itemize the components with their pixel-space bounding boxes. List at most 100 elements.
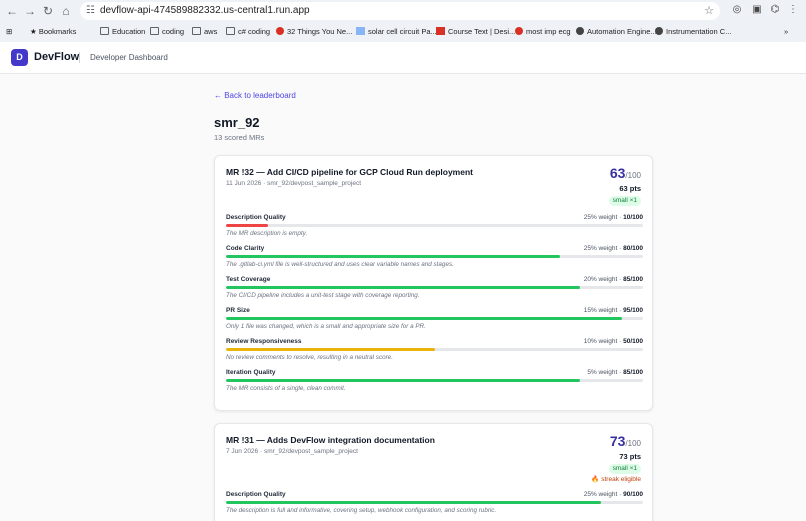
progress-fill — [226, 224, 268, 227]
mr-score: 73/100 — [610, 434, 641, 450]
extension-icon[interactable]: ◎ — [730, 3, 744, 17]
metric-description: The CI/CD pipeline includes a unit-test … — [226, 292, 420, 299]
site-info-icon[interactable]: ☷ — [86, 4, 95, 18]
metric-name: PR Size — [226, 307, 250, 314]
mr-meta: 7 Jun 2026 · smr_92/devpost_sample_proje… — [226, 448, 358, 455]
score-max: /100 — [625, 439, 641, 448]
progress-track — [226, 379, 643, 382]
score-value: 73 — [609, 433, 626, 449]
devflow-logo[interactable]: D — [11, 49, 28, 66]
mr-points: 63 pts — [619, 184, 641, 193]
metric-row: Review Responsiveness 10% weight · 50/10… — [226, 338, 643, 366]
metric-row: Description Quality 25% weight · 90/100 … — [226, 491, 643, 519]
mr-card: MR !31 — Adds DevFlow integration docume… — [214, 423, 653, 521]
metric-weight-score: 25% weight · 90/100 — [583, 491, 643, 498]
header-divider — [79, 52, 80, 63]
bookmarks-bar: ⊞ ★ Bookmarks Education coding aws c# co… — [0, 22, 806, 42]
bookmark-item[interactable]: solar cell circuit Pa... — [356, 26, 437, 38]
metric-name: Description Quality — [226, 214, 286, 221]
metric-weight-score: 25% weight · 80/100 — [583, 245, 643, 252]
extension-icon[interactable]: ▣ — [750, 3, 764, 17]
bookmark-star-icon[interactable]: ☆ — [704, 4, 714, 18]
site-icon — [576, 27, 584, 35]
progress-track — [226, 348, 643, 351]
metric-row: Description Quality 25% weight · 10/100 … — [226, 214, 643, 242]
metric-weight-score: 5% weight · 85/100 — [587, 369, 643, 376]
size-badge: small ×1 — [608, 464, 641, 474]
reload-icon[interactable]: ↻ — [40, 3, 56, 19]
metric-row: Iteration Quality 5% weight · 85/100 The… — [226, 369, 643, 397]
address-bar-url[interactable]: devflow-api-474589882332.us-central1.run… — [100, 4, 310, 18]
metric-row: Code Clarity 25% weight · 80/100 The .gi… — [226, 245, 643, 273]
progress-track — [226, 286, 643, 289]
bookmark-item[interactable]: Instrumentation C... — [655, 26, 731, 38]
folder-icon — [100, 27, 109, 35]
metric-name: Iteration Quality — [226, 369, 276, 376]
mr-meta: 11 Jun 2026 · smr_92/devpost_sample_proj… — [226, 180, 362, 187]
progress-fill — [226, 348, 435, 351]
bookmark-item[interactable]: ★ Bookmarks — [30, 26, 76, 38]
bookmark-item[interactable]: coding — [150, 26, 184, 38]
home-icon[interactable]: ⌂ — [58, 3, 74, 19]
folder-icon — [226, 27, 235, 35]
browser-toolbar: ← → ↻ ⌂ ☷ devflow-api-474589882332.us-ce… — [0, 0, 806, 22]
metric-row: PR Size 15% weight · 95/100 Only 1 file … — [226, 307, 643, 335]
metric-description: The MR consists of a single, clean commi… — [226, 385, 346, 392]
metric-weight-score: 10% weight · 50/100 — [583, 338, 643, 345]
forward-arrow-icon[interactable]: → — [22, 3, 38, 19]
metric-weight-score: 25% weight · 10/100 — [583, 214, 643, 221]
bookmark-item[interactable]: aws — [192, 26, 217, 38]
metric-weight-score: 20% weight · 85/100 — [583, 276, 643, 283]
bookmark-item[interactable]: Course Text | Desi... — [436, 26, 515, 38]
metric-description: No review comments to resolve, resulting… — [226, 354, 393, 361]
progress-fill — [226, 286, 581, 289]
folder-icon — [192, 27, 201, 35]
metric-description: The MR description is empty. — [226, 230, 308, 237]
address-bar[interactable]: ☷ devflow-api-474589882332.us-central1.r… — [80, 2, 720, 20]
metric-row: Test Coverage 20% weight · 85/100 The CI… — [226, 276, 643, 304]
progress-fill — [226, 379, 581, 382]
progress-track — [226, 501, 643, 504]
back-arrow-icon[interactable]: ← — [4, 3, 20, 19]
mr-count: 13 scored MRs — [214, 133, 265, 142]
bookmark-item[interactable]: Automation Engine... — [576, 26, 657, 38]
mr-title[interactable]: MR !31 — Adds DevFlow integration docume… — [226, 435, 435, 446]
progress-fill — [226, 255, 560, 258]
metric-name: Review Responsiveness — [226, 338, 302, 345]
mr-score: 63/100 — [610, 166, 641, 182]
mr-title[interactable]: MR !32 — Add CI/CD pipeline for GCP Clou… — [226, 167, 473, 178]
heart-icon — [515, 27, 523, 35]
bookmark-item[interactable]: most imp ecg — [515, 26, 571, 38]
site-icon — [356, 27, 365, 35]
metric-description: The description is full and informative,… — [226, 507, 497, 514]
bookmark-item[interactable]: 32 Things You Ne... — [276, 26, 352, 38]
progress-track — [226, 317, 643, 320]
back-to-leaderboard-link[interactable]: ← Back to leaderboard — [214, 91, 296, 101]
metric-name: Description Quality — [226, 491, 286, 498]
brand-name[interactable]: DevFlow — [34, 50, 79, 65]
extension-icon[interactable]: ⌬ — [768, 3, 782, 17]
metric-name: Code Clarity — [226, 245, 265, 252]
more-bookmarks-icon[interactable]: » — [784, 26, 788, 38]
apps-grid-icon[interactable]: ⊞ — [6, 26, 12, 38]
score-max: /100 — [625, 171, 641, 180]
bookmark-item[interactable]: c# coding — [226, 26, 270, 38]
bookmark-item[interactable]: Education — [100, 26, 145, 38]
metric-description: The .gitlab-ci.yml file is well-structur… — [226, 261, 454, 268]
header-subtitle: Developer Dashboard — [90, 53, 168, 62]
site-icon — [436, 27, 445, 35]
progress-track — [226, 224, 643, 227]
folder-icon — [150, 27, 159, 35]
browser-chrome: ← → ↻ ⌂ ☷ devflow-api-474589882332.us-ce… — [0, 0, 806, 42]
progress-fill — [226, 317, 623, 320]
page-title: smr_92 — [214, 115, 260, 130]
menu-icon[interactable]: ⋮ — [786, 3, 800, 17]
site-icon — [655, 27, 663, 35]
metric-weight-score: 15% weight · 95/100 — [583, 307, 643, 314]
mr-points: 73 pts — [619, 452, 641, 461]
site-icon — [276, 27, 284, 35]
streak-badge: 🔥 streak eligible — [591, 476, 641, 483]
progress-track — [226, 255, 643, 258]
size-badge: small ×1 — [608, 196, 641, 206]
metric-description: Only 1 file was changed, which is a smal… — [226, 323, 426, 330]
